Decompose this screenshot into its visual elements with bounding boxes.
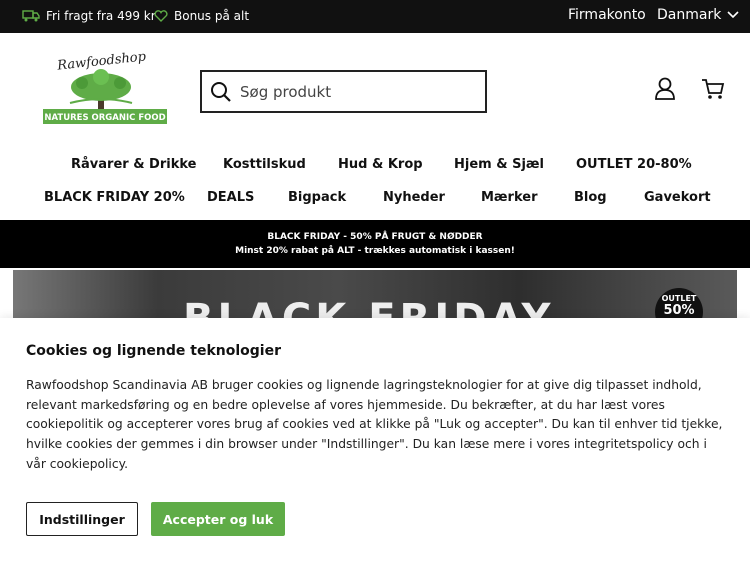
header: Rawfoodshop NATURES ORGANIC FOOD Råvarer… (0, 33, 750, 220)
outlet-badge: OUTLET 50% (655, 288, 703, 318)
nav-item-gavekort[interactable]: Gavekort (644, 190, 711, 205)
company-account-link[interactable]: Firmakonto (568, 7, 646, 23)
search-input[interactable] (240, 82, 460, 101)
chevron-down-icon (727, 11, 739, 19)
usp-bonus-text: Bonus på alt (174, 9, 250, 23)
search-icon[interactable] (210, 81, 232, 103)
promo-banner[interactable]: BLACK FRIDAY - 50% PÅ FRUGT & NØDDER Min… (0, 220, 750, 268)
site-logo[interactable]: Rawfoodshop NATURES ORGANIC FOOD (40, 49, 170, 131)
outlet-badge-value: 50% (663, 303, 695, 318)
outlet-badge-label: OUTLET (661, 294, 697, 303)
country-selector[interactable]: Danmark (657, 7, 739, 23)
nav-item-hjem-sjael[interactable]: Hjem & Sjæl (454, 157, 544, 172)
top-bar: Fri fragt fra 499 kr Bonus på alt Firmak… (0, 0, 750, 33)
nav-item-deals[interactable]: DEALS (207, 190, 254, 205)
usp-shipping-text: Fri fragt fra 499 kr (46, 9, 156, 23)
cookie-body: Rawfoodshop Scandinavia AB bruger cookie… (26, 378, 723, 471)
search-box[interactable] (200, 70, 487, 113)
cart-icon[interactable] (701, 77, 725, 101)
nav-item-nyheder[interactable]: Nyheder (383, 190, 445, 205)
usp-shipping: Fri fragt fra 499 kr (22, 9, 156, 23)
promo-line-1: BLACK FRIDAY - 50% PÅ FRUGT & NØDDER (267, 232, 483, 242)
usp-bonus: Bonus på alt (154, 9, 249, 23)
truck-icon (22, 10, 40, 22)
promo-line-2: Minst 20% rabat på ALT - trækkes automat… (235, 246, 515, 256)
country-label: Danmark (657, 7, 722, 23)
nav-item-bigpack[interactable]: Bigpack (288, 190, 346, 205)
heart-icon (154, 10, 168, 22)
hero-banner[interactable]: BLACK FRIDAY OUTLET 50% (13, 270, 737, 318)
hero-headline: BLACK FRIDAY (183, 296, 555, 318)
nav-item-ravarer[interactable]: Råvarer & Drikke (71, 157, 196, 172)
cookie-accept-button[interactable]: Accepter og luk (151, 502, 285, 536)
nav-item-kosttilskud[interactable]: Kosttilskud (223, 157, 306, 172)
cookie-consent-banner: Cookies og lignende teknologier Rawfoods… (0, 318, 750, 563)
nav-item-hud-krop[interactable]: Hud & Krop (338, 157, 423, 172)
nav-item-maerker[interactable]: Mærker (481, 190, 538, 205)
cookie-title: Cookies og lignende teknologier (26, 343, 281, 359)
logo-graphic: Rawfoodshop NATURES ORGANIC FOOD (43, 49, 167, 124)
nav-item-black-friday[interactable]: BLACK FRIDAY 20% (44, 190, 185, 205)
nav-item-blog[interactable]: Blog (574, 190, 607, 205)
user-icon[interactable] (654, 77, 676, 101)
cookie-settings-button[interactable]: Indstillinger (26, 502, 138, 536)
svg-text:NATURES ORGANIC FOOD: NATURES ORGANIC FOOD (44, 113, 165, 123)
nav-item-outlet[interactable]: OUTLET 20-80% (576, 157, 692, 172)
